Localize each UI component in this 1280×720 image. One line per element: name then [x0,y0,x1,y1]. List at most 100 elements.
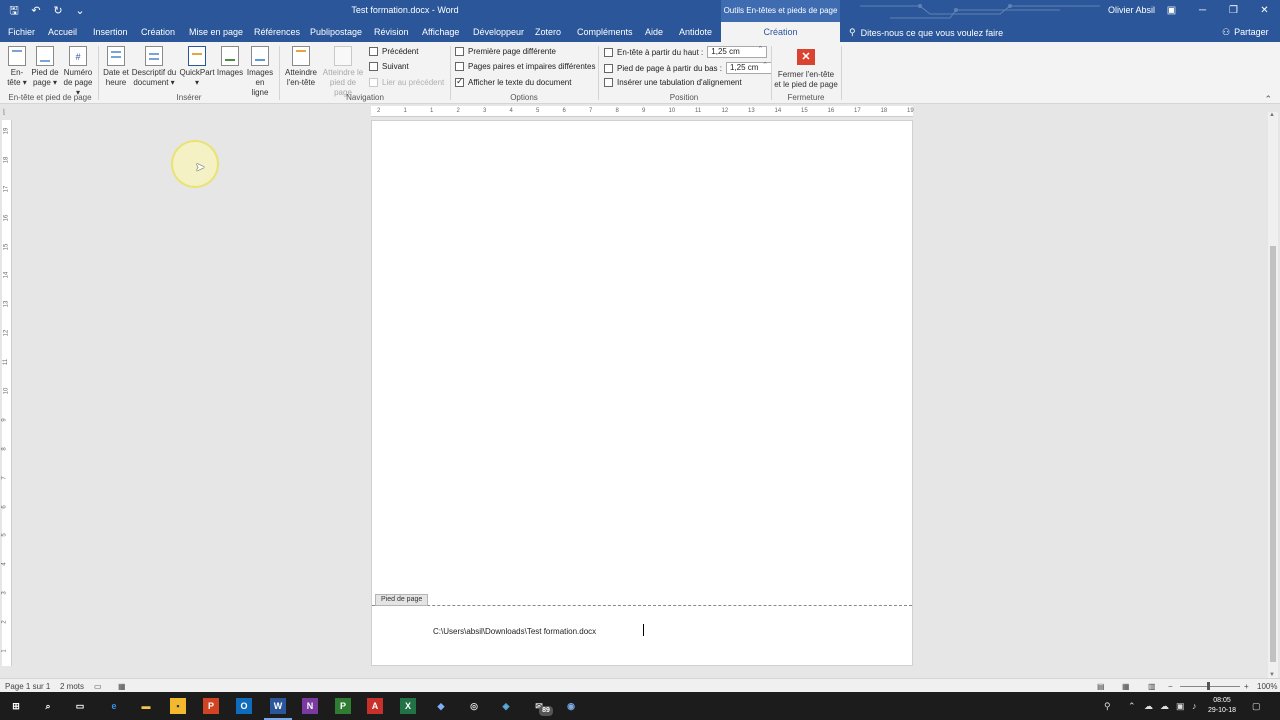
proofing-icon[interactable]: ▭ [94,682,102,691]
scrollbar-thumb[interactable] [1270,246,1276,662]
show-document-text-checkbox[interactable]: Afficher le texte du document [455,76,571,87]
horizontal-ruler[interactable]: 2 1 1 2 3 4 5 6 7 8 9 10 11 12 13 14 15 16 17 18 19 [371,106,914,117]
start-icon[interactable]: ⊞ [8,698,24,714]
save-icon[interactable]: 🖫 [6,3,22,19]
tab-creation-main[interactable]: Création [141,27,175,37]
tell-me-search[interactable]: ⚲ Dites-nous ce que vous voulez faire [849,27,1003,38]
zoom-level[interactable]: 100% [1257,682,1277,691]
undo-icon[interactable]: ↶ [28,3,44,19]
close-header-footer-button[interactable]: Fermer l'en-tête et le pied de page [774,70,838,90]
ruler-tick: 14 [774,108,782,114]
document-info-button[interactable]: Descriptif du document ▾ [131,46,177,88]
vertical-scrollbar[interactable]: ▲ ▼ [1268,112,1278,678]
tab-selector-icon[interactable]: ⌊ [3,108,11,116]
network-icon[interactable]: ▣ [1176,701,1185,712]
search-icon[interactable]: ⌕ [40,698,56,714]
zoom-in-icon[interactable]: + [1244,682,1249,691]
project-icon[interactable]: P [335,698,351,714]
odd-even-different-checkbox[interactable]: Pages paires et impaires différentes [455,62,595,71]
cortana-icon[interactable]: ◉ [563,698,579,714]
macro-record-icon[interactable]: ▦ [118,682,126,691]
notifications-icon[interactable]: ▢ [1252,701,1261,712]
close-icon[interactable]: ✕ [1249,0,1280,22]
tab-accueil[interactable]: Accueil [48,27,77,37]
date-time-button[interactable]: Date et heure [102,46,130,88]
onedrive-icon[interactable]: ☁ [1160,701,1169,712]
first-page-different-checkbox[interactable]: Première page différente [455,47,556,56]
online-pictures-button[interactable]: Images en ligne [246,46,274,98]
footer-button[interactable]: Pied de page ▾ [30,46,60,88]
ribbon-display-icon[interactable]: ▣ [1156,0,1187,22]
scroll-up-icon[interactable]: ▲ [1269,112,1275,118]
pictures-button[interactable]: Images [216,46,244,78]
zoom-slider-knob[interactable] [1207,682,1210,690]
acrobat-icon[interactable]: A [367,698,383,714]
footer-filepath[interactable]: C:\Users\absil\Downloads\Test formation.… [433,627,596,636]
tray-chevron-icon[interactable]: ⌃ [1128,701,1136,712]
vertical-ruler[interactable]: 19 18 17 16 15 14 13 12 11 10 9 8 7 6 5 4 3 2 1 [2,120,12,666]
link-previous-button[interactable]: Lier au précédent [369,78,444,87]
customize-icon[interactable]: ⌄ [72,3,88,19]
ruler-tick: 1 [1,649,8,653]
group-insert: Insérer [176,93,202,102]
ruler-tick: 16 [827,108,835,114]
system-clock[interactable]: 08:05 29-10-18 [1208,696,1236,716]
ruler-tick: 1 [403,108,407,114]
word-icon[interactable]: W [264,698,292,720]
edge-icon[interactable]: e [106,698,122,714]
onenote-icon[interactable]: N [302,698,318,714]
tab-mise-en-page[interactable]: Mise en page [189,27,243,37]
restore-icon[interactable]: ❐ [1218,0,1249,22]
page-count[interactable]: Page 1 sur 1 [5,682,50,691]
tab-publipostage[interactable]: Publipostage [310,27,362,37]
tab-aide[interactable]: Aide [645,27,663,37]
store-icon[interactable]: ▪ [170,698,186,714]
goto-footer-button[interactable]: Atteindre le pied de page [320,46,366,98]
tab-insertion[interactable]: Insertion [93,27,128,37]
zoom-slider[interactable] [1180,686,1240,687]
tab-creation-active[interactable]: Création [721,22,840,42]
tab-developpeur[interactable]: Développeur [473,27,524,37]
next-button[interactable]: Suivant [369,62,409,71]
quickpart-button[interactable]: QuickPart ▾ [179,46,215,88]
xbox-icon[interactable]: ◈ [498,698,514,714]
read-mode-icon[interactable]: ▤ [1097,682,1105,691]
header-position-spinner[interactable]: 1,25 cm [707,45,768,58]
insert-alignment-tab-button[interactable]: Insérer une tabulation d'alignement [604,78,742,87]
tab-revision[interactable]: Révision [374,27,409,37]
web-layout-icon[interactable]: ▥ [1148,682,1156,691]
cloud-icon[interactable]: ☁ [1144,701,1153,712]
tab-references[interactable]: Références [254,27,300,37]
task-view-icon[interactable]: ▭ [72,698,88,714]
share-button[interactable]: ⚇ Partager [1222,27,1269,38]
mail-badge: 89 [539,706,553,716]
tab-zotero[interactable]: Zotero [535,27,561,37]
app-icon[interactable]: ◆ [433,698,449,714]
people-icon[interactable]: ⚲ [1104,701,1111,712]
zoom-out-icon[interactable]: − [1168,682,1173,691]
tab-complements[interactable]: Compléments [577,27,633,37]
ruler-tick: 2 [1,620,8,624]
tab-antidote[interactable]: Antidote [679,27,712,37]
header-button[interactable]: En- tête ▾ [6,46,28,88]
volume-icon[interactable]: ♪ [1192,701,1197,711]
powerpoint-icon[interactable]: P [203,698,219,714]
page-number-button[interactable]: # Numéro de page ▾ [62,46,94,98]
close-header-footer-icon[interactable]: ✕ [797,49,815,65]
tab-affichage[interactable]: Affichage [422,27,459,37]
footer-position-spinner[interactable]: 1,25 cm [725,61,772,74]
print-layout-icon[interactable]: ▦ [1122,682,1130,691]
outlook-icon[interactable]: O [236,698,252,714]
previous-button[interactable]: Précédent [369,47,418,56]
minimize-icon[interactable]: ─ [1187,0,1218,22]
redo-icon[interactable]: ↻ [50,3,66,19]
file-explorer-icon[interactable]: ▬ [138,698,154,714]
document-title: Test formation.docx - Word [351,5,459,15]
tab-fichier[interactable]: Fichier [8,27,35,37]
user-name[interactable]: Olivier Absil [1108,5,1155,15]
goto-header-button[interactable]: Atteindre l'en-tête [283,46,319,88]
vscode-icon[interactable]: ◎ [466,698,482,714]
word-count[interactable]: 2 mots [60,682,84,691]
document-page[interactable]: Pied de page C:\Users\absil\Downloads\Te… [371,120,913,666]
excel-icon[interactable]: X [400,698,416,714]
